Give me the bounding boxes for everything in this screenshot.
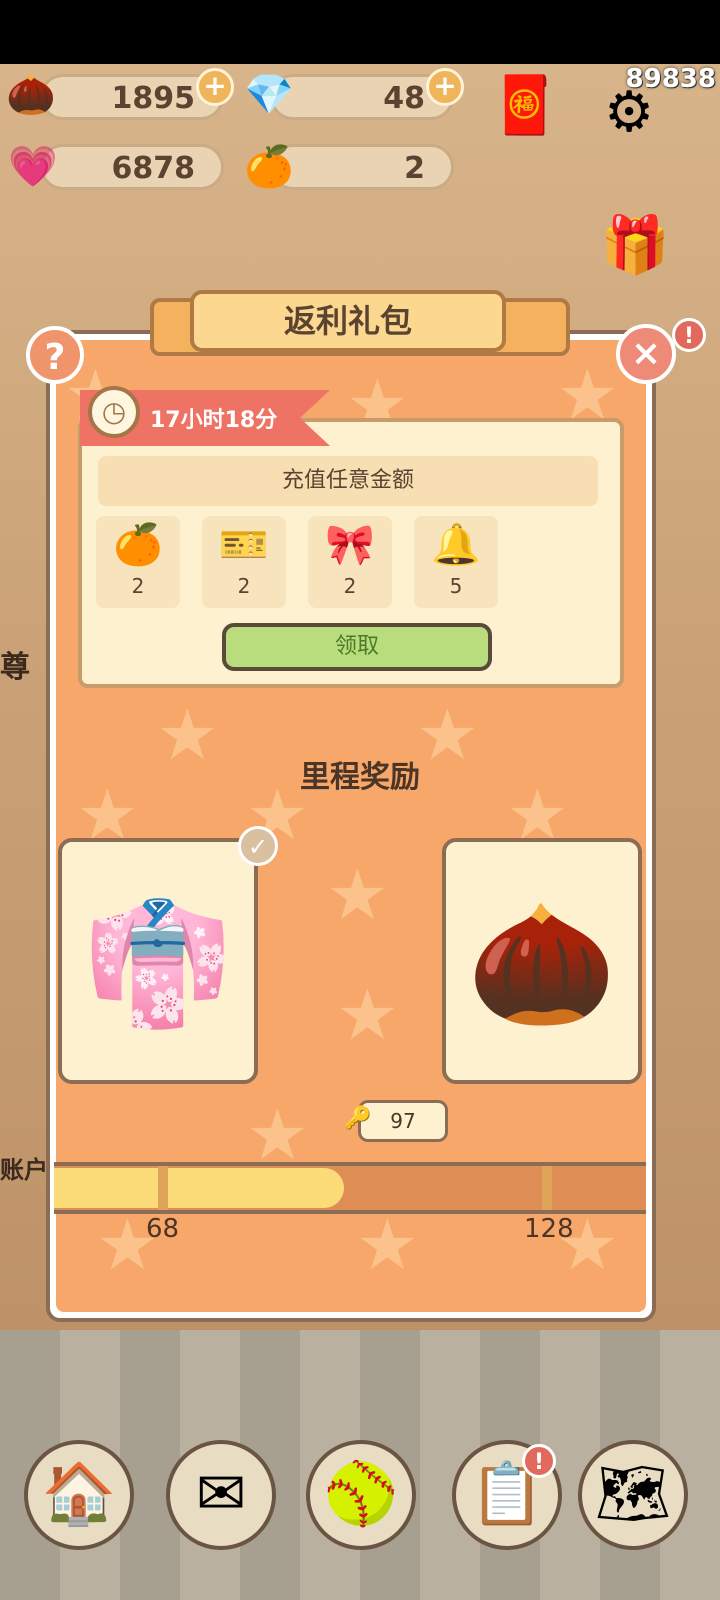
side-label: 账户 <box>0 1156 48 1184</box>
heart-icon: 💗 <box>8 144 58 190</box>
milestone-tick <box>542 1166 552 1210</box>
notification-badge: ! <box>672 318 706 352</box>
help-button[interactable]: ? <box>26 326 84 384</box>
milestone-label: 128 <box>524 1214 574 1244</box>
gear-icon[interactable]: ⚙ <box>604 80 654 145</box>
add-acorn-button[interactable]: + <box>196 68 234 106</box>
reward-item-bell: 🔔 5 <box>414 516 498 608</box>
status-bar <box>0 0 720 64</box>
map-icon[interactable]: 🗺 <box>578 1440 688 1550</box>
reward-item-gift-bundle: 🎀 2 <box>308 516 392 608</box>
ball-icon[interactable]: 🥎 <box>306 1440 416 1550</box>
condition-text: 充值任意金额 <box>98 456 598 506</box>
star-decoration: ★ <box>336 974 399 1056</box>
reward-count: 2 <box>237 574 251 598</box>
acorn-crate-icon: 🌰 <box>467 895 617 1034</box>
house-icon[interactable]: 🏠 <box>24 1440 134 1550</box>
orange-icon: 🍊 <box>244 144 294 190</box>
acorn-icon: 🌰 <box>6 72 56 118</box>
mail-icon[interactable]: ✉ <box>166 1440 276 1550</box>
orange-icon: 🍊 <box>113 522 163 568</box>
gem-icon: 💎 <box>244 72 294 118</box>
clock-icon: ◷ <box>88 386 140 438</box>
orange-counter: 2 <box>270 144 454 190</box>
close-button[interactable]: × <box>616 324 676 384</box>
add-gem-button[interactable]: + <box>426 68 464 106</box>
reward-count: 5 <box>449 574 463 598</box>
popup-title: 返利礼包 <box>190 290 506 352</box>
acorn-value: 1895 <box>111 81 196 116</box>
progress-fill <box>54 1168 344 1208</box>
claim-button[interactable]: 领取 <box>222 623 492 671</box>
gift-sloth-icon[interactable]: 🎁 <box>600 212 670 278</box>
milestone-title: 里程奖励 <box>300 760 420 795</box>
timer-text: 17小时18分 <box>150 408 278 433</box>
milestone-reward-outfit[interactable]: 👘 <box>58 838 258 1084</box>
gem-value: 48 <box>383 81 425 116</box>
notification-badge: ! <box>522 1444 556 1478</box>
heart-value: 6878 <box>111 151 196 186</box>
star-decoration: ★ <box>246 1094 309 1176</box>
milestone-reward-acorn-crate[interactable]: 🌰 <box>442 838 642 1084</box>
reward-count: 2 <box>343 574 357 598</box>
progress-bubble: 97 <box>358 1100 448 1142</box>
star-decoration: ★ <box>356 1204 419 1286</box>
progress-bubble-icon: 🔑 <box>344 1106 372 1131</box>
ticket-icon: 🎫 <box>219 522 269 568</box>
outfit-icon: 👘 <box>83 895 233 1034</box>
bell-icon: 🔔 <box>431 522 481 568</box>
check-icon: ✓ <box>238 826 278 866</box>
orange-value: 2 <box>404 151 425 186</box>
gift-bundle-icon: 🎀 <box>325 522 375 568</box>
star-decoration: ★ <box>326 854 389 936</box>
floor-stripe <box>120 1330 180 1600</box>
milestone-tick <box>158 1166 168 1210</box>
milestone-label: 68 <box>146 1214 180 1244</box>
side-label: 尊 <box>0 650 30 685</box>
reward-item-ticket: 🎫 2 <box>202 516 286 608</box>
reward-item-orange: 🍊 2 <box>96 516 180 608</box>
reward-count: 2 <box>131 574 145 598</box>
heart-counter: 6878 <box>40 144 224 190</box>
red-envelope-icon[interactable]: 🧧 <box>490 72 560 138</box>
